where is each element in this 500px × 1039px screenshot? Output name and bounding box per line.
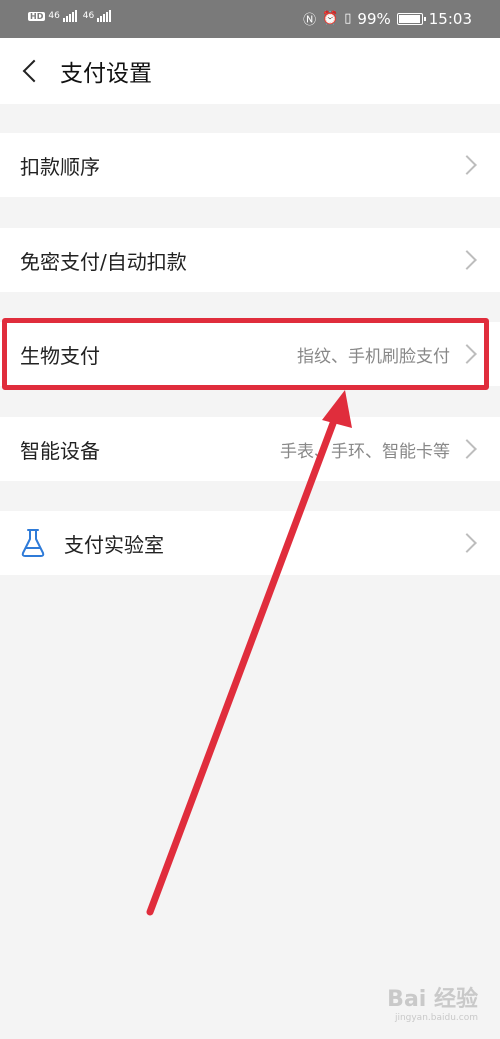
chevron-right-icon [457,344,477,364]
chevron-right-icon [457,439,477,459]
network-type-2: 46 [82,11,95,21]
chevron-right-icon [457,155,477,175]
clock: 15:03 [428,9,472,28]
network-type-1: 46 [48,11,60,21]
battery-percent: 99% [357,9,391,28]
chevron-right-icon [457,250,477,270]
list-item-label: 扣款顺序 [20,154,100,179]
nav-bar: 支付设置 [0,38,500,104]
flask-icon [21,529,45,557]
list-item-label: 支付实验室 [64,532,164,557]
alarm-icon: ⏰ [322,11,339,26]
status-right: Ⓝ ⏰ ▯ 99% 15:03 [303,9,472,29]
vibrate-icon: ▯ [344,11,352,26]
list-item-password-free-payment[interactable]: 免密支付/自动扣款 [0,228,500,292]
list-item-label: 免密支付/自动扣款 [20,249,187,274]
status-left: HD 46 46 [28,10,114,22]
battery-icon [396,12,426,25]
list-item-biometric-payment[interactable]: 生物支付 指纹、手机刷脸支付 [0,322,500,386]
watermark-text: Bai 经验 [387,987,478,1012]
list-item-label: 智能设备 [20,438,100,463]
list-item-deduction-order[interactable]: 扣款顺序 [0,133,500,197]
list-item-label: 生物支付 [20,343,100,368]
signal-icon [62,10,77,22]
signal-icon [97,10,112,22]
list-item-payment-lab[interactable]: 支付实验室 [0,511,500,575]
nfc-icon: Ⓝ [303,13,317,28]
back-arrow-icon[interactable] [12,51,52,91]
list-item-smart-devices[interactable]: 智能设备 手表、手环、智能卡等 [0,417,500,481]
status-bar: HD 46 46 Ⓝ ⏰ ▯ 99% 15:03 [0,0,500,38]
list-item-value: 指纹、手机刷脸支付 [297,346,450,367]
list-item-value: 手表、手环、智能卡等 [280,441,450,462]
chevron-right-icon [457,533,477,553]
page-title: 支付设置 [60,61,152,87]
watermark: Bai 经验 jingyan.baidu.com [387,981,478,1023]
watermark-url: jingyan.baidu.com [394,1013,478,1023]
hd-badge: HD [28,11,46,21]
